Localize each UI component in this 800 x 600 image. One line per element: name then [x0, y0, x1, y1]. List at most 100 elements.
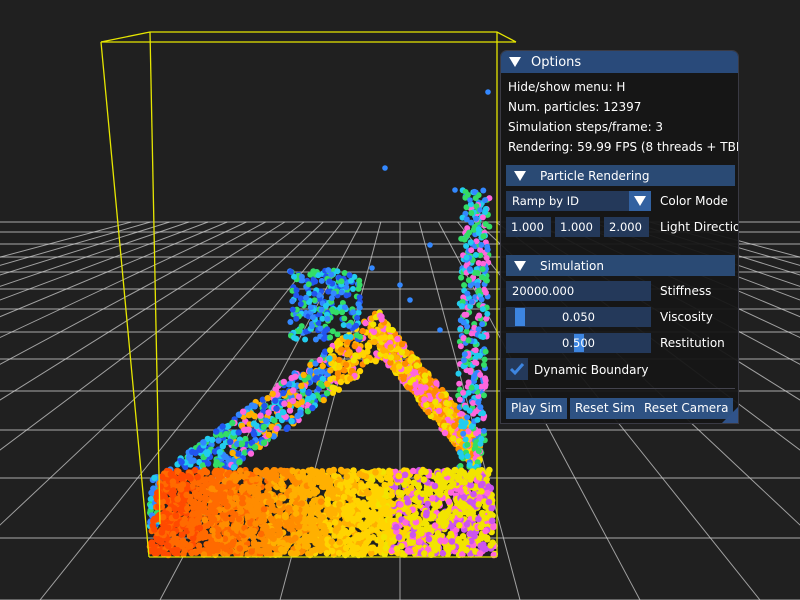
- particle: [317, 522, 325, 530]
- particle: [395, 472, 403, 480]
- particle: [377, 335, 385, 342]
- info-line: Hide/show menu: H: [508, 80, 626, 94]
- particle: [290, 387, 297, 394]
- particle: [411, 495, 419, 503]
- particle: [416, 538, 423, 545]
- particle: [435, 407, 443, 415]
- particle: [411, 369, 419, 376]
- particle: [328, 538, 336, 545]
- particle: [216, 471, 224, 479]
- particle: [212, 461, 220, 469]
- particle: [302, 540, 310, 548]
- particle: [216, 449, 223, 456]
- particle: [196, 524, 204, 532]
- particle: [407, 357, 414, 364]
- particle: [324, 496, 332, 504]
- particle: [430, 513, 437, 520]
- particle: [404, 547, 412, 554]
- play-sim-button[interactable]: Play Sim: [506, 398, 568, 419]
- color-mode-row: Ramp by ID Color Mode: [506, 191, 728, 211]
- particle: [291, 491, 298, 499]
- particle: [363, 490, 371, 497]
- particle: [178, 471, 186, 479]
- particle: [475, 448, 482, 455]
- particle: [340, 529, 347, 537]
- resize-grip-icon[interactable]: [722, 407, 738, 423]
- particle: [463, 546, 470, 554]
- particle-rendering-header[interactable]: Particle Rendering: [506, 165, 735, 186]
- particle: [250, 420, 258, 427]
- restitution-slider[interactable]: 0.500: [506, 333, 651, 353]
- viscosity-slider[interactable]: 0.050: [506, 307, 651, 327]
- light-y-input[interactable]: 1.000: [555, 217, 600, 237]
- particle: [339, 309, 346, 316]
- slider-grab[interactable]: [515, 308, 526, 326]
- reset-camera-button[interactable]: Reset Camera: [639, 398, 734, 419]
- particle: [468, 210, 475, 216]
- particle: [227, 489, 234, 496]
- particle: [223, 430, 230, 438]
- dynamic-boundary-checkbox[interactable]: [506, 358, 528, 380]
- simulation-header[interactable]: Simulation: [506, 255, 735, 276]
- particle: [458, 478, 465, 485]
- restitution-row: 0.500 Restitution: [506, 333, 725, 353]
- dropdown-arrow-icon[interactable]: [629, 191, 651, 211]
- light-z-input[interactable]: 2.000: [604, 217, 649, 237]
- light-x-input[interactable]: 1.000: [506, 217, 551, 237]
- particle: [405, 508, 412, 516]
- stiffness-input[interactable]: 20000.000: [506, 281, 651, 301]
- particle: [353, 322, 360, 329]
- particle: [237, 467, 244, 474]
- particle: [372, 513, 380, 521]
- particle: [265, 547, 273, 555]
- particle: [464, 191, 471, 198]
- particle: [480, 427, 487, 434]
- particle: [311, 290, 318, 297]
- color-mode-combo[interactable]: Ramp by ID: [506, 191, 651, 211]
- particle: [257, 412, 264, 419]
- particle: [295, 393, 303, 400]
- particle: [195, 547, 203, 554]
- particle: [397, 501, 404, 508]
- separator: [506, 388, 735, 389]
- options-titlebar[interactable]: Options: [501, 51, 738, 73]
- particle: [309, 393, 317, 401]
- particle: [309, 314, 316, 321]
- particle: [188, 549, 195, 557]
- particle: [479, 509, 486, 517]
- particle: [172, 512, 180, 520]
- particle: [464, 414, 471, 421]
- particle: [340, 322, 347, 328]
- particle: [293, 315, 300, 322]
- particle: [475, 326, 482, 333]
- collapse-triangle-icon[interactable]: [509, 57, 521, 67]
- particle: [317, 498, 325, 506]
- dynamic-boundary-label: Dynamic Boundary: [534, 363, 649, 377]
- particle: [291, 334, 297, 341]
- particle: [328, 547, 336, 555]
- particle: [200, 508, 208, 515]
- particle: [230, 524, 238, 531]
- particle: [257, 517, 264, 525]
- particle: [475, 399, 482, 406]
- particle: [452, 187, 458, 193]
- particle: [356, 277, 363, 284]
- particle: [229, 419, 236, 427]
- particle: [154, 536, 162, 544]
- particle: [164, 524, 172, 531]
- particle: [385, 326, 393, 333]
- particle: [477, 371, 484, 378]
- restitution-label: Restitution: [660, 336, 725, 350]
- particle: [260, 506, 268, 513]
- particle: [353, 332, 360, 339]
- header-label: Simulation: [540, 258, 604, 273]
- particle: [400, 529, 408, 536]
- particle: [306, 506, 314, 513]
- particle: [368, 498, 376, 505]
- reset-sim-button[interactable]: Reset Sim: [570, 398, 640, 419]
- particle: [438, 519, 446, 526]
- particle: [404, 499, 412, 506]
- particle: [335, 549, 343, 557]
- particle: [350, 357, 357, 364]
- checkmark-icon: [509, 363, 525, 376]
